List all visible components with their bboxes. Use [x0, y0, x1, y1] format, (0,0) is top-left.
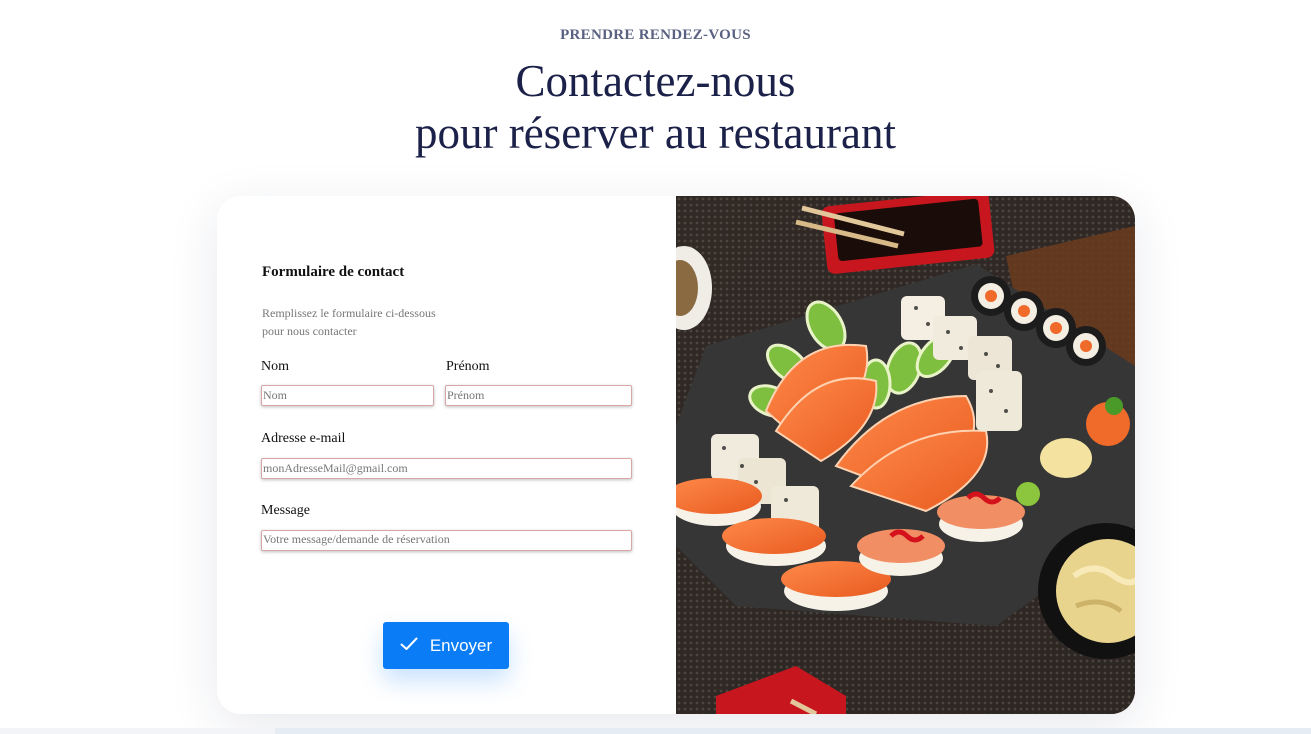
email-label: Adresse e-mail — [261, 431, 346, 446]
message-label: Message — [261, 503, 310, 518]
message-textarea[interactable] — [261, 530, 632, 551]
eyebrow-label: PRENDRE RENDEZ-VOUS — [560, 27, 751, 43]
contact-card: Formulaire de contact Remplissez le form… — [217, 196, 1135, 714]
form-title: Formulaire de contact — [262, 264, 405, 280]
page-title: Contactez-nous pour réserver au restaura… — [0, 55, 1311, 159]
nom-label: Nom — [261, 359, 289, 374]
form-subtitle-line-2: pour nous contacter — [262, 324, 357, 338]
contact-form: Formulaire de contact Remplissez le form… — [217, 196, 676, 714]
send-button-label: Envoyer — [429, 635, 493, 655]
prenom-label: Prénom — [446, 359, 490, 374]
nom-input[interactable] — [261, 385, 434, 406]
page-title-line-1: Contactez-nous — [515, 56, 796, 106]
send-button[interactable]: Envoyer — [383, 622, 509, 669]
page-title-line-2: pour réserver au restaurant — [414, 108, 896, 158]
sushi-photo — [676, 196, 1135, 714]
check-icon — [400, 636, 418, 656]
bottom-strip-tint — [275, 728, 1311, 734]
prenom-input[interactable] — [445, 385, 632, 406]
email-input[interactable] — [261, 458, 632, 479]
sushi-illustration — [676, 196, 1135, 714]
form-subtitle-line-1: Remplissez le formulaire ci-dessous — [262, 306, 436, 320]
bottom-strip — [0, 728, 1311, 734]
form-subtitle: Remplissez le formulaire ci-dessous pour… — [262, 304, 482, 340]
